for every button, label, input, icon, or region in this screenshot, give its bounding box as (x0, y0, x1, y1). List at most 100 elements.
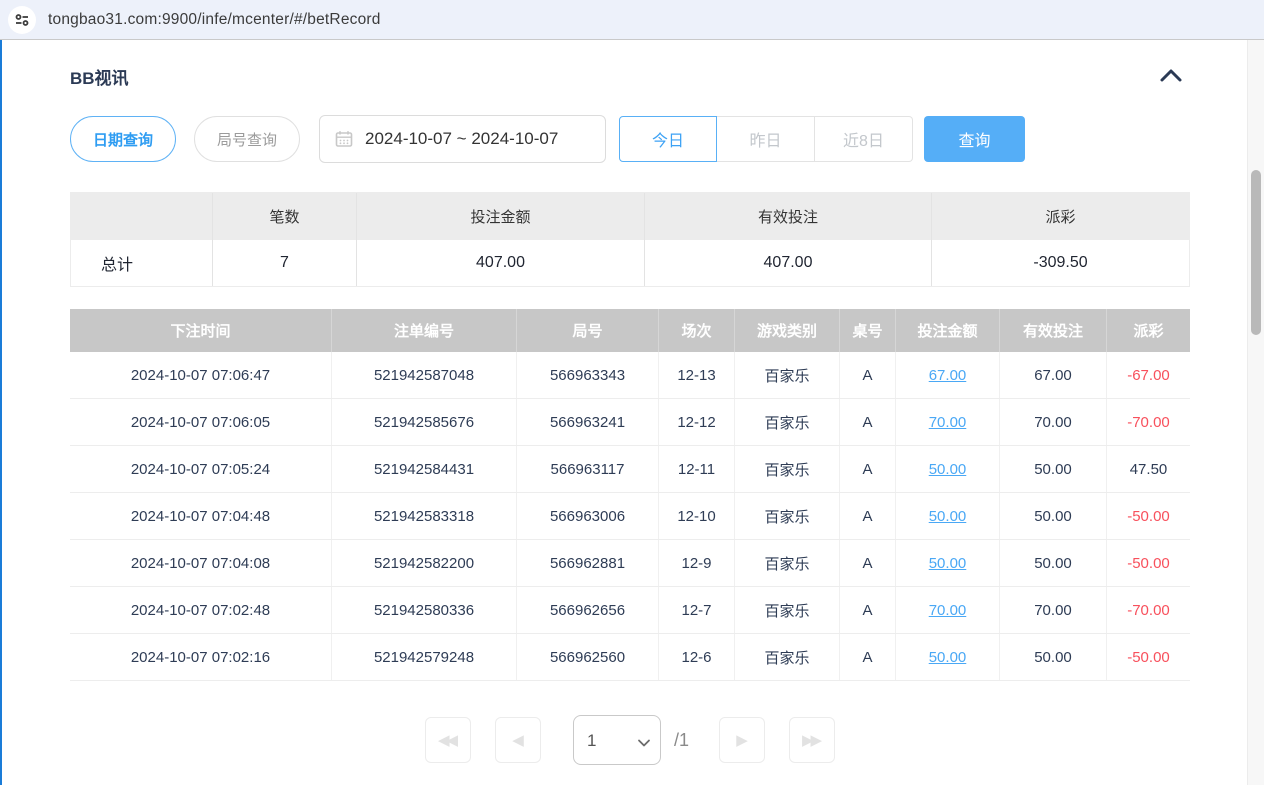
summary-header-blank (71, 193, 213, 240)
site-settings-button[interactable] (8, 6, 36, 34)
round-query-tab[interactable]: 局号查询 (194, 116, 300, 162)
cell-bet-time: 2024-10-07 07:06:47 (70, 352, 332, 398)
bet-amount-link[interactable]: 50.00 (929, 649, 967, 666)
table-row: 2024-10-07 07:04:08 521942582200 5669628… (70, 540, 1190, 587)
pagination-first-button[interactable]: ◀◀ (425, 717, 471, 763)
col-round-number: 局号 (517, 309, 659, 352)
cell-game-type: 百家乐 (735, 399, 840, 445)
pagination-next-button[interactable]: ▶ (719, 717, 765, 763)
browser-address-bar[interactable]: tongbao31.com:9900/infe/mcenter/#/betRec… (0, 0, 1264, 40)
bet-amount-link[interactable]: 50.00 (929, 461, 967, 478)
cell-round-number: 566962656 (517, 587, 659, 633)
col-session: 场次 (659, 309, 735, 352)
cell-round-number: 566962560 (517, 634, 659, 680)
cell-round-number: 566963241 (517, 399, 659, 445)
cell-valid-bet: 67.00 (1000, 352, 1107, 398)
window-edge-highlight (0, 40, 2, 785)
col-game-type: 游戏类别 (735, 309, 840, 352)
col-bet-time: 下注时间 (70, 309, 332, 352)
chevron-up-icon (1158, 66, 1184, 86)
bet-amount-link[interactable]: 67.00 (929, 367, 967, 384)
pagination-last-button[interactable]: ▶▶ (789, 717, 835, 763)
bet-record-panel: BB视讯 日期查询 局号查询 (70, 64, 1190, 765)
cell-bet-time: 2024-10-07 07:02:16 (70, 634, 332, 680)
scrollbar-thumb[interactable] (1251, 170, 1261, 335)
summary-payout-value: -309.50 (932, 240, 1189, 286)
cell-payout: -70.00 (1107, 587, 1190, 633)
cell-bet-time: 2024-10-07 07:04:08 (70, 540, 332, 586)
col-valid-bet: 有效投注 (1000, 309, 1107, 352)
rewind-icon: ◀◀ (438, 731, 455, 749)
summary-header-valid-bet: 有效投注 (645, 193, 932, 240)
arrow-right-icon: ▶ (736, 731, 748, 749)
fast-forward-icon: ▶▶ (802, 731, 819, 749)
bet-records-table: 下注时间 注单编号 局号 场次 游戏类别 桌号 投注金额 有效投注 派彩 202… (70, 309, 1190, 681)
cell-slip-number: 521942587048 (332, 352, 517, 398)
cell-round-number: 566962881 (517, 540, 659, 586)
cell-session: 12-12 (659, 399, 735, 445)
cell-session: 12-10 (659, 493, 735, 539)
pagination-prev-button[interactable]: ◀ (495, 717, 541, 763)
bet-amount-link[interactable]: 70.00 (929, 414, 967, 431)
cell-round-number: 566963343 (517, 352, 659, 398)
cell-game-type: 百家乐 (735, 540, 840, 586)
cell-table-number: A (840, 493, 896, 539)
cell-session: 12-6 (659, 634, 735, 680)
summary-count-value: 7 (213, 240, 357, 286)
table-row: 2024-10-07 07:06:47 521942587048 5669633… (70, 352, 1190, 399)
table-row: 2024-10-07 07:06:05 521942585676 5669632… (70, 399, 1190, 446)
cell-payout: -67.00 (1107, 352, 1190, 398)
cell-bet-time: 2024-10-07 07:06:05 (70, 399, 332, 445)
col-slip-number: 注单编号 (332, 309, 517, 352)
bet-amount-link[interactable]: 70.00 (929, 602, 967, 619)
page-select[interactable]: 1 (573, 715, 661, 765)
cell-session: 12-7 (659, 587, 735, 633)
cell-valid-bet: 70.00 (1000, 399, 1107, 445)
cell-session: 12-11 (659, 446, 735, 492)
quick-range-today[interactable]: 今日 (619, 116, 717, 162)
search-button[interactable]: 查询 (924, 116, 1025, 162)
cell-payout: 47.50 (1107, 446, 1190, 492)
page-total-label: /1 (674, 730, 689, 751)
col-table-number: 桌号 (840, 309, 896, 352)
summary-header-count: 笔数 (213, 193, 357, 240)
table-header-row: 下注时间 注单编号 局号 场次 游戏类别 桌号 投注金额 有效投注 派彩 (70, 309, 1190, 352)
cell-payout: -50.00 (1107, 540, 1190, 586)
url-text[interactable]: tongbao31.com:9900/infe/mcenter/#/betRec… (48, 11, 381, 29)
cell-bet-time: 2024-10-07 07:02:48 (70, 587, 332, 633)
cell-table-number: A (840, 446, 896, 492)
cell-table-number: A (840, 587, 896, 633)
cell-slip-number: 521942584431 (332, 446, 517, 492)
cell-slip-number: 521942582200 (332, 540, 517, 586)
table-row: 2024-10-07 07:02:16 521942579248 5669625… (70, 634, 1190, 681)
scrollbar-track[interactable] (1247, 40, 1264, 785)
cell-bet-time: 2024-10-07 07:05:24 (70, 446, 332, 492)
summary-total-label: 总计 (71, 240, 213, 286)
quick-range-last8days-label: 近8日 (843, 127, 884, 151)
quick-range-today-label: 今日 (652, 127, 684, 151)
quick-range-yesterday-label: 昨日 (749, 127, 781, 151)
col-payout: 派彩 (1107, 309, 1190, 352)
cell-game-type: 百家乐 (735, 446, 840, 492)
cell-valid-bet: 50.00 (1000, 446, 1107, 492)
quick-range-group: 今日 昨日 近8日 (619, 116, 913, 162)
bet-amount-link[interactable]: 50.00 (929, 508, 967, 525)
quick-range-last8days[interactable]: 近8日 (815, 116, 913, 162)
col-bet-amount: 投注金额 (896, 309, 1000, 352)
cell-round-number: 566963117 (517, 446, 659, 492)
bet-amount-link[interactable]: 50.00 (929, 555, 967, 572)
cell-payout: -50.00 (1107, 634, 1190, 680)
quick-range-yesterday[interactable]: 昨日 (717, 116, 815, 162)
cell-game-type: 百家乐 (735, 352, 840, 398)
cell-table-number: A (840, 399, 896, 445)
table-row: 2024-10-07 07:02:48 521942580336 5669626… (70, 587, 1190, 634)
cell-slip-number: 521942585676 (332, 399, 517, 445)
collapse-panel-button[interactable] (1158, 66, 1184, 86)
date-range-input[interactable]: 2024-10-07 ~ 2024-10-07 (319, 115, 606, 163)
date-query-tab[interactable]: 日期查询 (70, 116, 176, 162)
cell-payout: -50.00 (1107, 493, 1190, 539)
cell-valid-bet: 70.00 (1000, 587, 1107, 633)
cell-game-type: 百家乐 (735, 634, 840, 680)
cell-valid-bet: 50.00 (1000, 634, 1107, 680)
cell-table-number: A (840, 352, 896, 398)
